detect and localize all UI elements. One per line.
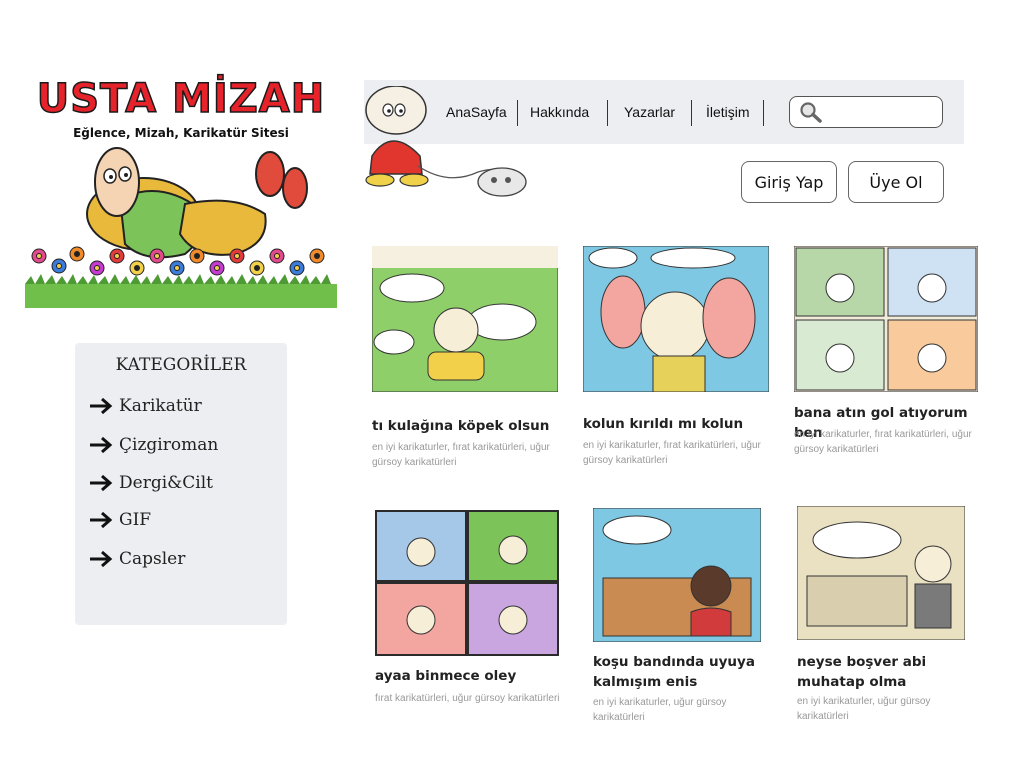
category-label: Karikatür [119,396,202,416]
nav-divider [691,100,692,126]
category-label: Dergi&Cilt [119,473,213,493]
category-label: Capsler [119,549,186,569]
search-input[interactable] [826,101,938,123]
categories-panel: KATEGORİLER Karikatür Çizgiroman Dergi&C… [75,343,287,625]
logo-illustration [25,147,337,308]
card-tags: en iyi karikaturler, fırat karikatürleri… [372,442,550,468]
card-title[interactable]: koşu bandında uyuya kalmışım enis [593,652,768,692]
nav-link-yazarlar[interactable]: Yazarlar [624,80,675,144]
arrow-right-icon [90,550,113,568]
category-item-cizgiroman[interactable]: Çizgiroman [89,432,218,458]
nav-link-hakkinda[interactable]: Hakkında [530,80,589,144]
card-tags: fırat karikatürleri, uğur gürsoy karikat… [375,693,560,704]
card-title[interactable]: kolun kırıldı mı kolun [583,414,773,434]
card-title[interactable]: neyse boşver abi muhatap olma [797,652,972,692]
categories-title: KATEGORİLER [115,355,247,375]
card-tags: en iyi karikaturler, fırat karikatürleri… [794,429,972,455]
nav-divider [763,100,764,126]
comic-thumbnail [794,246,978,392]
card-title[interactable]: tı kulağına köpek olsun [372,416,562,436]
category-item-capsler[interactable]: Capsler [89,546,185,572]
comic-thumbnail [583,246,769,392]
logo-title: USTA MİZAH [36,75,326,123]
comic-thumbnail [372,246,558,392]
category-item-dergi-cilt[interactable]: Dergi&Cilt [89,470,213,496]
register-button[interactable]: Üye Ol [848,161,944,203]
search-icon [800,102,822,123]
category-label: GIF [119,510,152,530]
card-tags: en iyi karikaturler, uğur gürsoy karikat… [797,696,931,722]
comic-card[interactable]: bana atın gol atıyorum ben en iyi karika… [794,246,984,476]
comic-thumbnail [375,510,559,656]
card-tags: en iyi karikaturler, fırat karikatürleri… [583,440,761,466]
comic-card[interactable]: kolun kırıldı mı kolun en iyi karikaturl… [583,246,773,476]
card-tags: en iyi karikaturler, uğur gürsoy karikat… [593,697,727,723]
comic-thumbnail [797,506,965,640]
comic-card[interactable]: neyse boşver abi muhatap olma en iyi kar… [797,506,972,722]
nav-link-iletisim[interactable]: İletişim [706,80,750,144]
login-button[interactable]: Giriş Yap [741,161,837,203]
logo-subtitle: Eğlence, Mizah, Karikatür Sitesi [73,126,289,140]
card-title[interactable]: ayaa binmece oley [375,666,565,686]
category-item-karikatur[interactable]: Karikatür [89,393,202,419]
nav-divider [607,100,608,126]
comic-card[interactable]: ayaa binmece oley fırat karikatürleri, u… [375,510,565,710]
mascot-illustration [365,86,527,197]
search-box[interactable] [789,96,943,128]
category-item-gif[interactable]: GIF [89,507,151,533]
arrow-right-icon [90,474,113,492]
arrow-right-icon [90,397,113,415]
comic-card[interactable]: tı kulağına köpek olsun en iyi karikatur… [372,246,562,476]
arrow-right-icon [90,436,113,454]
comic-thumbnail [593,508,761,642]
arrow-right-icon [90,511,113,529]
comic-card[interactable]: koşu bandında uyuya kalmışım enis en iyi… [593,508,768,723]
category-label: Çizgiroman [119,435,219,455]
site-logo[interactable]: USTA MİZAH Eğlence, Mizah, Karikatür Sit… [25,72,337,308]
